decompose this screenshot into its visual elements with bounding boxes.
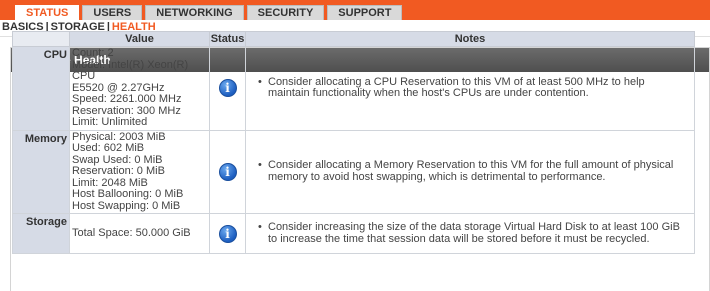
tab-support[interactable]: SUPPORT xyxy=(327,5,403,20)
value-cell: Physical: 2003 MiB Used: 602 MiB Swap Us… xyxy=(69,129,210,214)
table-row-memory: Memory Physical: 2003 MiB Used: 602 MiB … xyxy=(12,129,695,214)
hardware-health-table: Value Status Notes CPU Count: 2 Model: I… xyxy=(12,31,695,254)
tab-networking[interactable]: NETWORKING xyxy=(145,5,244,20)
main-tabs: STATUS USERS NETWORKING SECURITY SUPPORT xyxy=(15,5,405,20)
notes-cell: Consider allocating a CPU Reservation to… xyxy=(245,46,695,131)
value-line: Count: 2 xyxy=(72,47,114,59)
status-cell: i xyxy=(209,213,246,254)
value-line: Speed: 2261.000 MHz xyxy=(72,93,182,105)
tab-users[interactable]: USERS xyxy=(82,5,143,20)
notes-cell: Consider allocating a Memory Reservation… xyxy=(245,129,695,214)
status-cell: i xyxy=(209,129,246,214)
info-icon[interactable]: i xyxy=(218,79,237,98)
note-item: Consider allocating a CPU Reservation to… xyxy=(258,76,692,100)
value-line: Reservation: 0 MiB xyxy=(72,165,165,177)
value-line: Total Space: 50.000 GiB xyxy=(72,226,191,239)
info-icon[interactable]: i xyxy=(218,162,237,181)
info-icon[interactable]: i xyxy=(218,224,237,243)
notes-cell: Consider increasing the size of the data… xyxy=(245,213,695,254)
header-value: Value xyxy=(69,31,210,47)
header-notes: Notes xyxy=(245,31,695,47)
tab-security[interactable]: SECURITY xyxy=(246,5,325,20)
value-line: Used: 602 MiB xyxy=(72,142,145,154)
table-row-storage: Storage Total Space: 50.000 GiB i Consid… xyxy=(12,213,695,254)
value-line: Model: Intel(R) Xeon(R) CPU xyxy=(72,58,189,82)
value-cell: Count: 2 Model: Intel(R) Xeon(R) CPU E55… xyxy=(69,46,210,131)
value-line: Host Ballooning: 0 MiB xyxy=(72,188,184,200)
row-label: Memory xyxy=(12,129,70,214)
row-label: Storage xyxy=(12,213,70,254)
value-cell: Total Space: 50.000 GiB xyxy=(69,213,210,254)
tab-status[interactable]: STATUS xyxy=(15,5,80,20)
note-item: Consider allocating a Memory Reservation… xyxy=(258,160,692,183)
table-header-row: Value Status Notes xyxy=(12,31,695,47)
header-status: Status xyxy=(209,31,246,47)
top-nav-bar: STATUS USERS NETWORKING SECURITY SUPPORT xyxy=(0,0,710,20)
header-blank xyxy=(12,31,70,47)
table-row-cpu: CPU Count: 2 Model: Intel(R) Xeon(R) CPU… xyxy=(12,46,695,131)
row-label: CPU xyxy=(12,46,70,131)
status-cell: i xyxy=(209,46,246,131)
value-line: Host Swapping: 0 MiB xyxy=(72,199,181,212)
value-line: Limit: Unlimited xyxy=(72,116,148,128)
note-item: Consider increasing the size of the data… xyxy=(258,221,692,245)
